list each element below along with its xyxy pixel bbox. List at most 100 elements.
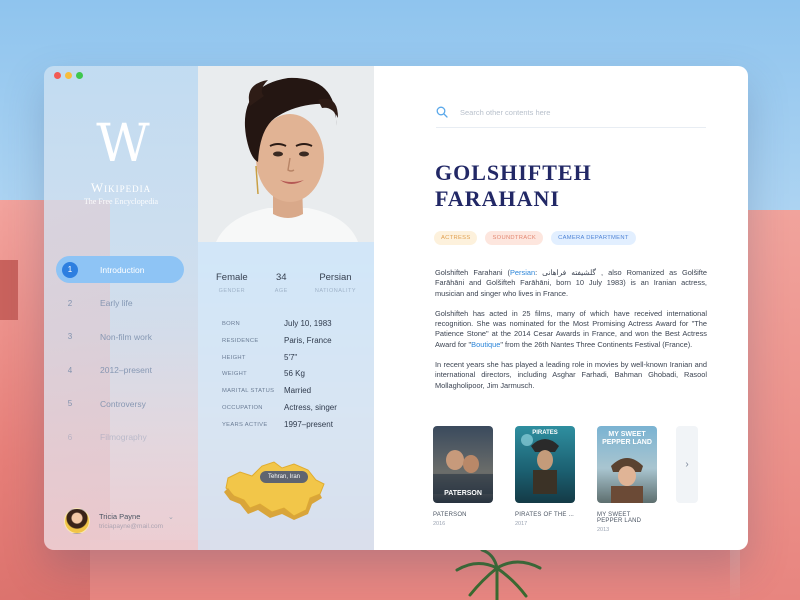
info-row-residence: RESIDENCE Paris, France <box>222 336 362 353</box>
nav-number: 3 <box>67 332 73 341</box>
film-year: 2016 <box>433 521 446 527</box>
nav-item-introduction[interactable]: 1 Introduction <box>56 256 184 283</box>
paragraph-text: Golshifteh Farahani ( <box>435 268 510 277</box>
nav-label: Non-film work <box>100 331 152 342</box>
info-key: WEIGHT <box>222 371 247 378</box>
user-name: Tricia Payne <box>99 512 141 521</box>
window-controls <box>54 72 83 79</box>
wikipedia-logo[interactable]: W Wikipedia The Free Encyclopedia <box>44 116 198 206</box>
info-row-born: BORN July 10, 1983 <box>222 319 362 336</box>
nav-number: 5 <box>67 399 73 408</box>
info-row-occupation: OCCUPATION Actress, singer <box>222 403 362 420</box>
poster-title: MY SWEET PEPPER LAND <box>602 431 652 446</box>
minimize-window-button[interactable] <box>65 72 72 79</box>
user-profile[interactable]: Tricia Payne triciapayne@mail.com ⌄ <box>64 508 174 534</box>
user-email: triciapayne@mail.com <box>99 523 164 530</box>
article-paragraph: In recent years she has played a leading… <box>435 360 707 390</box>
film-card-my-sweet-pepper-land[interactable]: MY SWEET PEPPER LAND MY SWEET PEPPER LAN… <box>597 426 657 533</box>
search-icon[interactable] <box>436 106 448 118</box>
info-value: Married <box>284 386 312 396</box>
nav-item-2012-present[interactable]: 4 2012–present <box>56 357 184 384</box>
film-card-pirates[interactable]: PIRATES PIRATES OF THE ... 2017 <box>515 426 575 533</box>
film-name: MY SWEET PEPPER LAND <box>597 512 642 524</box>
nav-number: 1 <box>62 261 78 278</box>
chevron-down-icon[interactable]: ⌄ <box>168 513 174 521</box>
stat-nationality: Persian NATIONALITY <box>315 272 356 294</box>
film-poster: PIRATES <box>515 426 575 503</box>
logo-name: Wikipedia <box>90 180 152 195</box>
chevron-right-icon: › <box>685 459 689 470</box>
stat-value: 34 <box>275 272 287 283</box>
palm-tree-decoration <box>455 550 542 600</box>
info-key: HEIGHT <box>222 354 246 361</box>
article-title-line-1: GOLSHIFTEH <box>435 160 592 185</box>
info-value: 5'7" <box>284 352 298 362</box>
article-panel: GOLSHIFTEH FARAHANI ACTRESS SOUNDTRACK C… <box>374 66 748 550</box>
app-window: W Wikipedia The Free Encyclopedia 1 Intr… <box>44 66 748 550</box>
iran-map[interactable] <box>222 454 332 520</box>
poster-art <box>521 434 559 494</box>
nav-label: Introduction <box>100 264 145 275</box>
profile-stats: Female GENDER 34 AGE Persian NATIONALITY <box>216 272 356 294</box>
film-year: 2017 <box>515 521 528 527</box>
nav-item-filmography[interactable]: 6 Filmography <box>56 424 184 451</box>
poster-title: PIRATES <box>532 430 558 436</box>
nav-label: 2012–present <box>100 365 152 375</box>
close-window-button[interactable] <box>54 72 61 79</box>
stat-value: Female <box>216 272 248 283</box>
info-row-marital-status: MARITAL STATUS Married <box>222 386 362 403</box>
film-name: PATERSON <box>433 512 467 518</box>
filmography-carousel: PATERSON PATERSON 2016 PIRATES PIRATES O… <box>433 426 657 533</box>
info-row-years-active: YEARS ACTIVE 1997–present <box>222 420 362 437</box>
article-paragraph: Golshifteh has acted in 25 films, many o… <box>435 309 707 350</box>
boutique-link[interactable]: Boutique <box>471 340 500 349</box>
sidebar: W Wikipedia The Free Encyclopedia 1 Intr… <box>44 66 198 550</box>
logo-tagline: The Free Encyclopedia <box>83 197 159 206</box>
nav-label: Early life <box>100 298 133 308</box>
info-key: RESIDENCE <box>222 337 259 344</box>
avatar <box>64 508 90 534</box>
film-poster: MY SWEET PEPPER LAND <box>597 426 657 503</box>
info-row-weight: WEIGHT 56 Kg <box>222 369 362 386</box>
stat-value: Persian <box>319 272 352 283</box>
search-input[interactable] <box>460 104 690 120</box>
carousel-next-button[interactable]: › <box>676 426 698 503</box>
info-value: Actress, singer <box>284 402 337 412</box>
portrait-illustration <box>198 66 374 242</box>
film-card-paterson[interactable]: PATERSON PATERSON 2016 <box>433 426 493 533</box>
stat-label: NATIONALITY <box>314 288 356 294</box>
article-title-line-2: FARAHANI <box>435 186 560 211</box>
stat-label: AGE <box>274 288 288 294</box>
info-value: Paris, France <box>284 335 332 345</box>
poster-title: PATERSON <box>444 490 482 497</box>
nav-number: 2 <box>67 298 73 308</box>
stat-age: 34 AGE <box>275 272 288 294</box>
film-name: PIRATES OF THE ... <box>515 512 575 518</box>
tag-soundtrack[interactable]: SOUNDTRACK <box>485 231 544 245</box>
tag-actress[interactable]: ACTRESS <box>434 231 478 245</box>
article-paragraph: Golshifteh Farahani (Persian: گلشیفته فر… <box>435 268 707 299</box>
info-value: July 10, 1983 <box>284 319 332 328</box>
profile-photo <box>198 66 374 242</box>
stat-label: GENDER <box>218 288 246 294</box>
film-poster: PATERSON <box>433 426 493 503</box>
nav-label: Filmography <box>100 432 147 442</box>
article-body: Golshifteh Farahani (Persian: گلشیفته فر… <box>435 268 707 401</box>
section-nav: 1 Introduction 2 Early life 3 Non-film w… <box>56 256 184 457</box>
search-bar <box>436 102 706 128</box>
profile-info-table: BORN July 10, 1983 RESIDENCE Paris, Fran… <box>222 319 362 437</box>
tag-camera-department[interactable]: CAMERA DEPARTMENT <box>551 231 636 245</box>
info-value: 1997–present <box>284 419 333 429</box>
category-tags: ACTRESS SOUNDTRACK CAMERA DEPARTMENT <box>434 231 636 245</box>
nav-item-controversy[interactable]: 5 Controversy <box>56 390 184 417</box>
background-window <box>0 260 18 320</box>
info-key: OCCUPATION <box>222 404 263 411</box>
profile-panel: Female GENDER 34 AGE Persian NATIONALITY… <box>198 66 374 550</box>
info-value: 56 Kg <box>284 369 305 379</box>
persian-link[interactable]: Persian <box>510 268 535 277</box>
nav-item-early-life[interactable]: 2 Early life <box>56 290 184 317</box>
film-year: 2013 <box>597 527 610 533</box>
maximize-window-button[interactable] <box>76 72 83 79</box>
nav-item-non-film-work[interactable]: 3 Non-film work <box>56 323 184 350</box>
info-key: BORN <box>222 321 240 327</box>
